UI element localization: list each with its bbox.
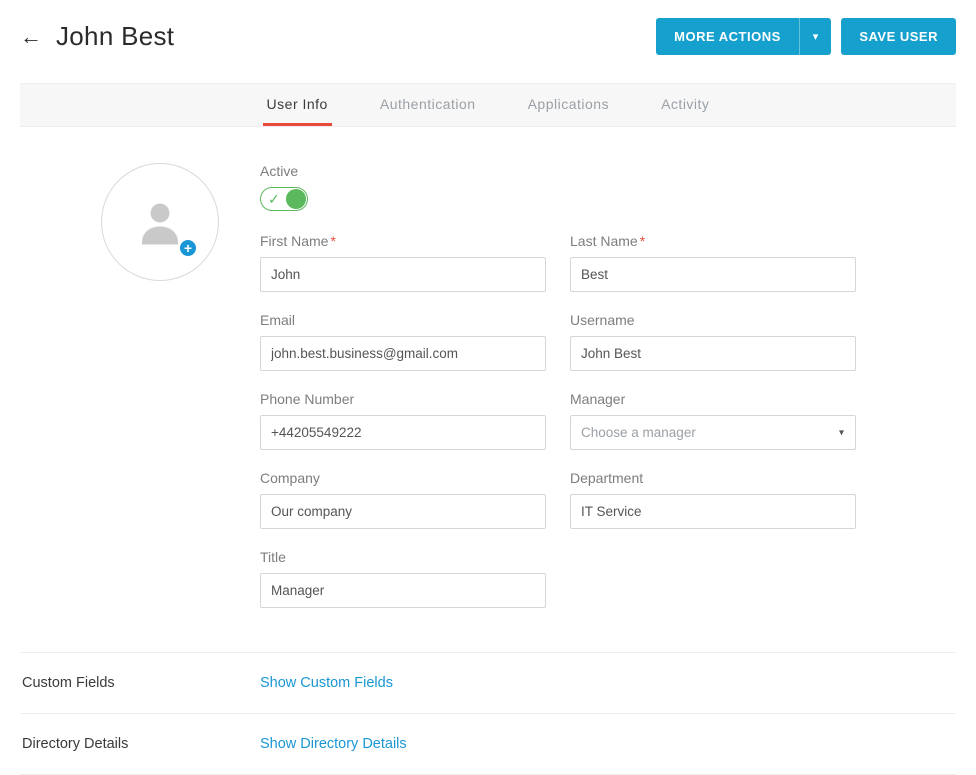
- header-actions: MORE ACTIONS ▾ SAVE USER: [656, 18, 956, 55]
- directory-details-label: Directory Details: [20, 736, 260, 752]
- first-name-label: First Name: [260, 233, 328, 249]
- back-arrow-icon[interactable]: ←: [20, 26, 42, 48]
- avatar[interactable]: +: [101, 163, 219, 281]
- directory-details-section: Directory Details Show Directory Details: [20, 713, 956, 775]
- page-title: John Best: [56, 21, 174, 52]
- last-name-input[interactable]: [570, 257, 856, 292]
- department-input[interactable]: [570, 494, 856, 529]
- active-field: Active ✓: [260, 163, 856, 211]
- email-input[interactable]: [260, 336, 546, 371]
- username-field: Username: [570, 312, 856, 371]
- company-label: Company: [260, 470, 546, 486]
- last-name-label: Last Name: [570, 233, 638, 249]
- manager-label: Manager: [570, 391, 856, 407]
- more-actions-button[interactable]: MORE ACTIONS: [656, 18, 799, 55]
- header-left: ← John Best: [20, 21, 174, 52]
- page-header: ← John Best MORE ACTIONS ▾ SAVE USER: [20, 18, 956, 55]
- avatar-add-icon[interactable]: +: [178, 238, 198, 258]
- department-field: Department: [570, 470, 856, 529]
- title-field: Title: [260, 549, 546, 608]
- more-actions-dropdown-button[interactable]: ▾: [799, 18, 832, 55]
- phone-input[interactable]: [260, 415, 546, 450]
- show-custom-fields-link[interactable]: Show Custom Fields: [260, 675, 393, 691]
- chevron-down-icon: ▾: [813, 30, 819, 43]
- tabs-bar: User Info Authentication Applications Ac…: [20, 83, 956, 127]
- first-name-field: First Name*: [260, 233, 546, 292]
- more-actions-group: MORE ACTIONS ▾: [656, 18, 831, 55]
- first-name-input[interactable]: [260, 257, 546, 292]
- custom-fields-section: Custom Fields Show Custom Fields: [20, 652, 956, 713]
- manager-field: Manager Choose a manager ▾: [570, 391, 856, 450]
- company-input[interactable]: [260, 494, 546, 529]
- department-label: Department: [570, 470, 856, 486]
- tab-authentication[interactable]: Authentication: [376, 84, 480, 126]
- email-label: Email: [260, 312, 546, 328]
- phone-field: Phone Number: [260, 391, 546, 450]
- username-label: Username: [570, 312, 856, 328]
- toggle-knob: [286, 189, 306, 209]
- check-icon: ✓: [268, 191, 280, 208]
- person-icon: [133, 195, 187, 249]
- last-name-field: Last Name*: [570, 233, 856, 292]
- custom-fields-label: Custom Fields: [20, 675, 260, 691]
- manager-select[interactable]: Choose a manager: [570, 415, 856, 450]
- username-input[interactable]: [570, 336, 856, 371]
- tab-applications[interactable]: Applications: [524, 84, 614, 126]
- company-field: Company: [260, 470, 546, 529]
- form-area: + Active ✓ First Name*: [20, 127, 956, 652]
- required-marker: *: [640, 233, 645, 249]
- avatar-column: +: [20, 163, 260, 628]
- save-user-button[interactable]: SAVE USER: [841, 18, 956, 55]
- fields-column: Active ✓ First Name* Last Name*: [260, 163, 956, 628]
- title-input[interactable]: [260, 573, 546, 608]
- email-field: Email: [260, 312, 546, 371]
- required-marker: *: [330, 233, 335, 249]
- tab-user-info[interactable]: User Info: [263, 84, 332, 126]
- show-directory-details-link[interactable]: Show Directory Details: [260, 736, 407, 752]
- tab-activity[interactable]: Activity: [657, 84, 713, 126]
- title-label: Title: [260, 549, 546, 565]
- active-label: Active: [260, 163, 856, 179]
- active-toggle[interactable]: ✓: [260, 187, 308, 211]
- phone-label: Phone Number: [260, 391, 546, 407]
